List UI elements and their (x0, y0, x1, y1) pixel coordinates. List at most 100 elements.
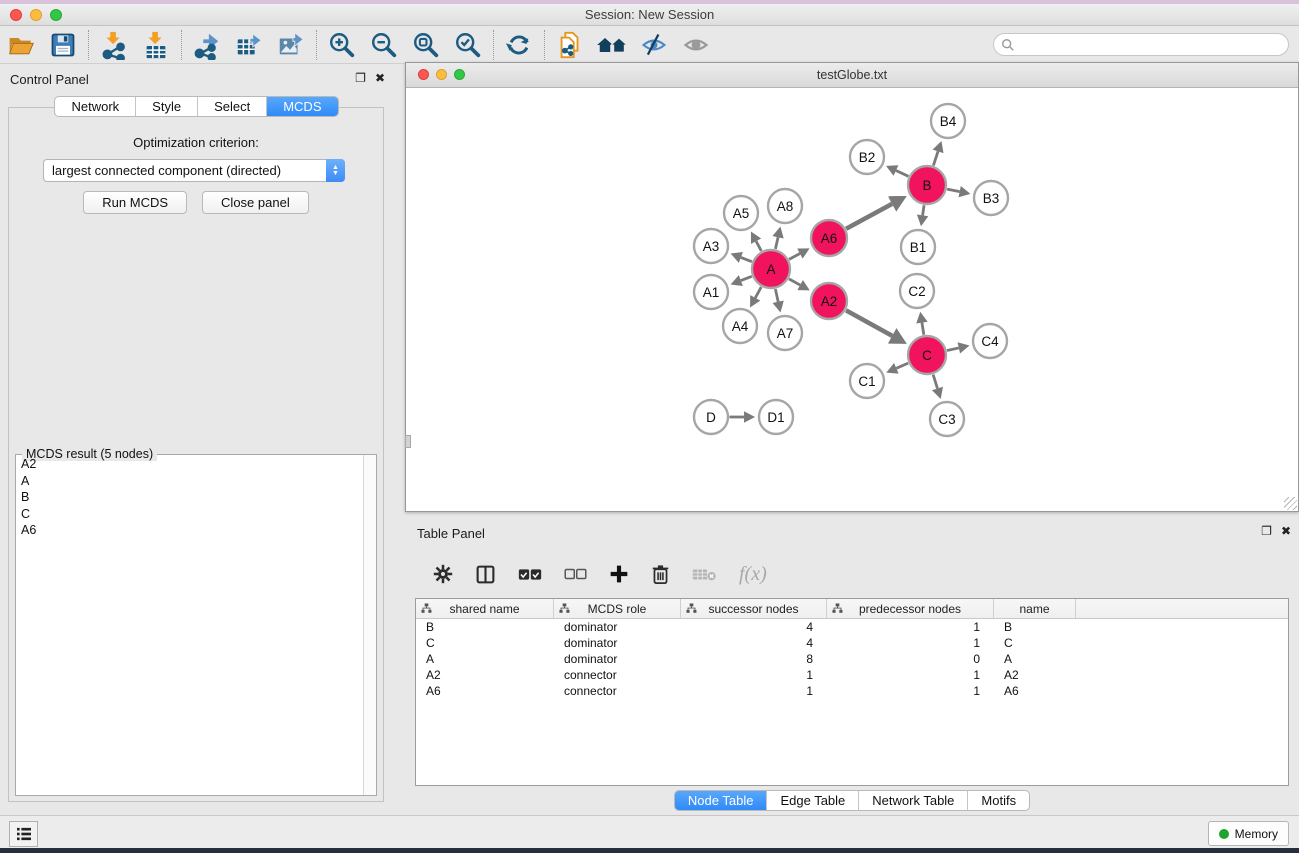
column-header[interactable]: MCDS role (554, 599, 681, 618)
edge-C-C1[interactable] (896, 363, 908, 368)
export-table-button[interactable] (228, 28, 270, 62)
edge-B-B4[interactable] (933, 151, 938, 165)
mcds-result-item[interactable]: C (17, 507, 362, 524)
edge-C-C4[interactable] (947, 348, 959, 351)
edge-B-B1[interactable] (923, 205, 924, 215)
mcds-result-item[interactable]: A6 (17, 523, 362, 540)
run-mcds-button[interactable]: Run MCDS (83, 191, 187, 214)
app-titlebar: Session: New Session (0, 4, 1299, 26)
table-cell: A6 (416, 683, 554, 699)
edge-A-A1[interactable] (741, 276, 752, 280)
splitter-handle[interactable] (405, 435, 411, 448)
search-box[interactable] (993, 33, 1289, 56)
mcds-result-item[interactable]: A (17, 474, 362, 491)
import-network-button[interactable] (93, 28, 135, 62)
zoom-selected-button[interactable] (447, 28, 489, 62)
column-header[interactable]: shared name (416, 599, 554, 618)
show-columns-button[interactable] (475, 564, 496, 585)
select-all-button[interactable] (518, 568, 542, 581)
edge-B-B3[interactable] (947, 189, 960, 192)
graph-node-label: A8 (777, 199, 794, 214)
zoom-in-icon (327, 30, 357, 60)
mcds-result-list[interactable]: A2ABCA6 (17, 457, 362, 794)
edge-A-A4[interactable] (755, 287, 761, 298)
create-column-button[interactable] (609, 564, 629, 584)
tab-motifs[interactable]: Motifs (968, 791, 1029, 810)
float-panel-icon[interactable]: ❐ (1261, 524, 1272, 538)
tab-network[interactable]: Network (55, 97, 136, 116)
column-header[interactable]: name (994, 599, 1076, 618)
function-builder-button[interactable]: f(x) (739, 563, 767, 586)
tab-select[interactable]: Select (198, 97, 267, 116)
search-input[interactable] (1015, 38, 1288, 52)
graph-node-label: B2 (859, 150, 876, 165)
close-panel-button[interactable]: Close panel (202, 191, 309, 214)
edge-A-A5[interactable] (756, 241, 761, 251)
tab-node-table[interactable]: Node Table (675, 791, 768, 810)
graph-node-label: B1 (910, 240, 927, 255)
column-header[interactable] (1076, 599, 1288, 618)
float-panel-icon[interactable]: ❐ (355, 71, 366, 85)
table-row[interactable]: A2connector11A2 (416, 667, 1288, 683)
table-row[interactable]: Adominator80A (416, 651, 1288, 667)
resize-grip[interactable] (1284, 497, 1297, 510)
deselect-all-button[interactable] (564, 568, 587, 580)
edge-A-A6[interactable] (789, 254, 800, 260)
zoom-fit-button[interactable] (405, 28, 447, 62)
table-cell: 0 (827, 651, 994, 667)
edge-A6-B[interactable] (846, 204, 892, 229)
criterion-dropdown[interactable]: largest connected component (directed) ▲… (43, 159, 345, 182)
arrowhead-icon (917, 215, 928, 227)
edge-C-C2[interactable] (922, 323, 924, 335)
edge-B-B2[interactable] (896, 171, 908, 177)
table-cell: B (994, 619, 1076, 635)
network-graph: B4B2BB3A5A8A6A3B1AA1C2A2A4A7C4CC1C3DD1 (406, 88, 1298, 511)
memory-status-icon (1219, 829, 1229, 839)
edge-A-A3[interactable] (741, 257, 752, 261)
window-title: Session: New Session (0, 7, 1299, 22)
open-session-button[interactable] (0, 28, 42, 62)
table-cell: connector (554, 667, 681, 683)
refresh-button[interactable] (498, 28, 540, 62)
homes-icon (595, 31, 629, 59)
edge-A-A7[interactable] (775, 289, 778, 302)
close-panel-icon[interactable]: ✖ (1281, 524, 1291, 538)
zoom-in-button[interactable] (321, 28, 363, 62)
table-row[interactable]: Cdominator41C (416, 635, 1288, 651)
tab-style[interactable]: Style (136, 97, 198, 116)
export-network-button[interactable] (186, 28, 228, 62)
clone-network-button[interactable] (549, 28, 591, 62)
table-cell: 8 (681, 651, 827, 667)
edge-A-A2[interactable] (789, 279, 800, 285)
edge-A-A8[interactable] (775, 237, 778, 249)
tab-mcds[interactable]: MCDS (267, 97, 337, 116)
column-header[interactable]: predecessor nodes (827, 599, 994, 618)
graph-node-label: C (922, 348, 932, 363)
export-image-button[interactable] (270, 28, 312, 62)
delete-table-button[interactable] (692, 567, 717, 582)
mcds-result-item[interactable]: B (17, 490, 362, 507)
save-session-button[interactable] (42, 28, 84, 62)
birds-eye-view-button[interactable] (675, 28, 717, 62)
edge-A2-C[interactable] (846, 310, 892, 335)
tab-edge-table[interactable]: Edge Table (767, 791, 859, 810)
table-settings-button[interactable] (433, 564, 453, 584)
close-panel-icon[interactable]: ✖ (375, 71, 385, 85)
zoom-out-button[interactable] (363, 28, 405, 62)
gear-icon (433, 564, 453, 584)
hide-graphics-details-button[interactable] (633, 28, 675, 62)
import-table-button[interactable] (135, 28, 177, 62)
memory-button[interactable]: Memory (1208, 821, 1289, 846)
mcds-result-item[interactable]: A2 (17, 457, 362, 474)
delete-column-button[interactable] (651, 564, 670, 585)
column-header[interactable]: successor nodes (681, 599, 827, 618)
table-row[interactable]: Bdominator41B (416, 619, 1288, 635)
table-row[interactable]: A6connector11A6 (416, 683, 1288, 699)
network-canvas[interactable]: B4B2BB3A5A8A6A3B1AA1C2A2A4A7C4CC1C3DD1 (406, 88, 1298, 511)
show-all-networks-button[interactable] (591, 28, 633, 62)
mcds-result-scrollbar[interactable] (363, 455, 376, 795)
table-cell: 4 (681, 635, 827, 651)
tab-network-table[interactable]: Network Table (859, 791, 968, 810)
edge-C-C3[interactable] (933, 375, 937, 389)
task-history-button[interactable] (9, 821, 38, 847)
